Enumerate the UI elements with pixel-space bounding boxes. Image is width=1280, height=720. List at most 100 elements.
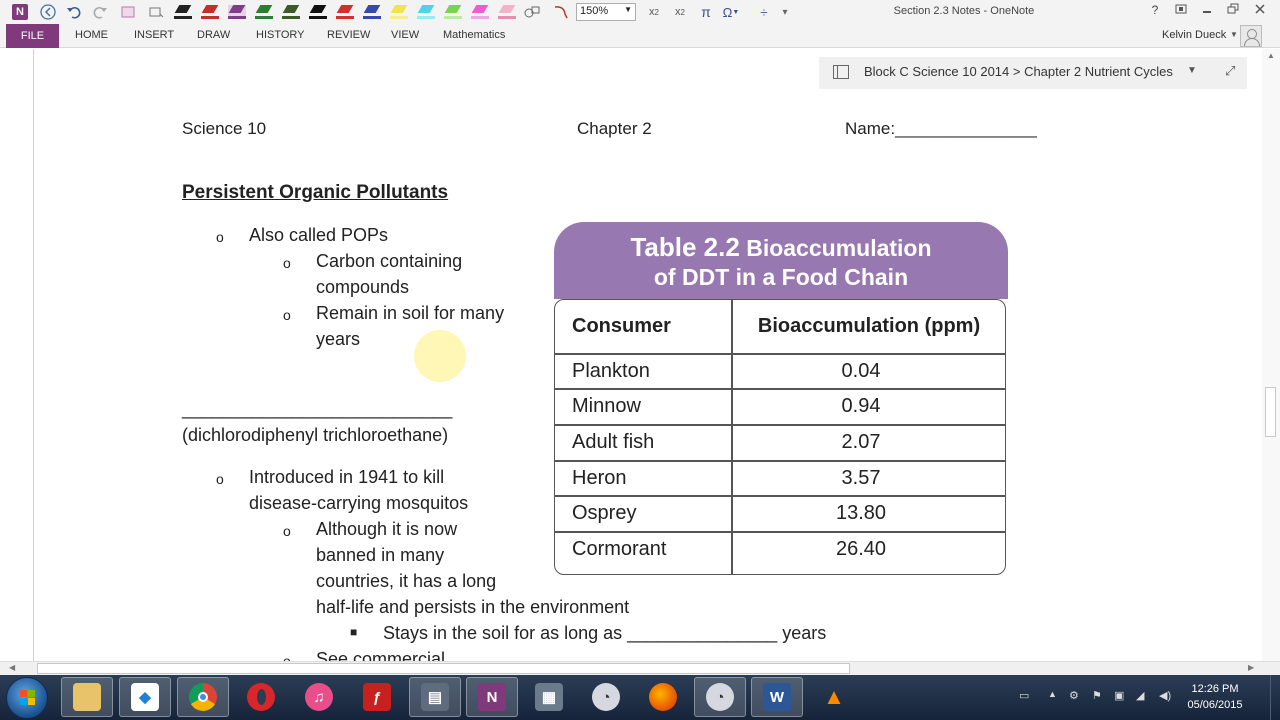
blank-line: ___________________________ bbox=[182, 399, 453, 419]
clock-app-icon[interactable]: ◔ bbox=[580, 677, 632, 717]
clock-app-2-icon[interactable]: ◔ bbox=[694, 677, 746, 717]
taskbar: ◆ ♫ ƒ ▤ N ▦ ◔ ◔ W ▲ ▭ ▲ ⚙ ⚑ ▣ ◢ ◀) 12:26… bbox=[0, 675, 1280, 720]
clock-time[interactable]: 12:26 PM bbox=[1187, 683, 1243, 695]
opera-icon[interactable] bbox=[235, 677, 287, 717]
onenote-icon[interactable]: N bbox=[466, 677, 518, 717]
show-desktop-button[interactable] bbox=[1270, 675, 1280, 720]
header-course: Science 10 bbox=[182, 119, 267, 138]
settings-gear-icon[interactable]: ⚙ bbox=[1069, 689, 1079, 702]
header-name: Name:_______________ bbox=[845, 119, 1037, 138]
column-header: Bioaccumulation (ppm) bbox=[757, 315, 981, 337]
horizontal-scrollbar[interactable]: ◀ ▶ bbox=[0, 661, 1280, 675]
list-item: Carbon containing bbox=[316, 251, 463, 271]
tab-view[interactable]: VIEW bbox=[391, 29, 419, 41]
list-item: half-life and persists in the environmen… bbox=[316, 597, 630, 617]
list-item: See commercial bbox=[316, 649, 446, 661]
pointer-highlight bbox=[414, 330, 466, 382]
data-table: Consumer Bioaccumulation (ppm) Plankton … bbox=[554, 299, 1006, 575]
scroll-thumb[interactable] bbox=[37, 663, 850, 674]
table-cell: Plankton bbox=[572, 360, 650, 382]
start-button[interactable] bbox=[6, 677, 48, 719]
device-icon[interactable]: ▣ bbox=[1114, 689, 1124, 702]
page-left-edge bbox=[33, 49, 34, 661]
word-icon[interactable]: W bbox=[751, 677, 803, 717]
scroll-left-icon[interactable]: ◀ bbox=[9, 663, 15, 672]
flash-icon[interactable]: ƒ bbox=[351, 677, 403, 717]
bullet-icon: o bbox=[283, 653, 291, 661]
vertical-scrollbar[interactable]: ▲ bbox=[1262, 49, 1280, 661]
table-cell: Heron bbox=[572, 467, 627, 489]
volume-icon[interactable]: ◀) bbox=[1159, 689, 1171, 702]
clock-date[interactable]: 05/06/2015 bbox=[1187, 699, 1243, 711]
window-title: Section 2.3 Notes - OneNote bbox=[893, 5, 1035, 17]
table-number: Table 2.2 bbox=[630, 232, 740, 262]
calculator-icon[interactable]: ▦ bbox=[523, 677, 575, 717]
list-item: disease-carrying mosquitos bbox=[249, 493, 469, 513]
table-cell: 26.40 bbox=[835, 538, 887, 560]
file-explorer-icon[interactable] bbox=[61, 677, 113, 717]
tab-draw[interactable]: DRAW bbox=[197, 29, 230, 41]
table-cell: 0.04 bbox=[841, 360, 881, 382]
itunes-icon[interactable]: ♫ bbox=[293, 677, 345, 717]
minimize-icon[interactable] bbox=[1197, 3, 1217, 18]
table-cell: Osprey bbox=[572, 502, 637, 524]
table-cell: 0.94 bbox=[841, 395, 881, 417]
show-hidden-icons[interactable]: ▲ bbox=[1048, 689, 1057, 699]
table-title-banner: Table 2.2 Bioaccumulation of DDT in a Fo… bbox=[554, 222, 1008, 299]
scroll-right-icon[interactable]: ▶ bbox=[1248, 663, 1254, 672]
user-name[interactable]: Kelvin Dueck bbox=[1162, 29, 1226, 41]
restore-icon[interactable] bbox=[1223, 3, 1243, 18]
tab-mathematics[interactable]: Mathematics bbox=[443, 29, 505, 41]
list-item: Stays in the soil for as long as _______… bbox=[383, 623, 827, 643]
windows-logo-icon bbox=[20, 690, 36, 706]
table-divider bbox=[555, 495, 1005, 497]
table-cell: 13.80 bbox=[835, 502, 887, 524]
chevron-down-icon[interactable]: ▼ bbox=[1187, 65, 1197, 76]
vlc-icon[interactable]: ▲ bbox=[808, 677, 860, 717]
tab-review[interactable]: REVIEW bbox=[327, 29, 370, 41]
table-divider bbox=[555, 531, 1005, 533]
breadcrumb[interactable]: Block C Science 10 2014 > Chapter 2 Nutr… bbox=[864, 64, 1173, 79]
tab-history[interactable]: HISTORY bbox=[256, 29, 305, 41]
notebook-breadcrumb-bar[interactable]: Block C Science 10 2014 > Chapter 2 Nutr… bbox=[819, 57, 1247, 89]
list-item: years bbox=[316, 329, 361, 349]
column-header: Consumer bbox=[572, 315, 671, 337]
chevron-down-icon[interactable]: ▼ bbox=[1230, 30, 1238, 39]
chrome-icon[interactable] bbox=[177, 677, 229, 717]
bullet-icon: o bbox=[283, 523, 291, 539]
bullet-icon: o bbox=[216, 471, 224, 487]
notebook-icon bbox=[833, 65, 849, 79]
list-item: (dichlorodiphenyl trichloroethane) bbox=[182, 425, 449, 445]
table-divider bbox=[555, 424, 1005, 426]
tab-home[interactable]: HOME bbox=[75, 29, 108, 41]
table-divider bbox=[555, 388, 1005, 390]
firefox-icon[interactable] bbox=[637, 677, 689, 717]
table-title-text: Bioaccumulation bbox=[746, 235, 932, 261]
list-item: Remain in soil for many bbox=[316, 303, 505, 323]
network-printer-icon[interactable]: ▤ bbox=[409, 677, 461, 717]
action-center-flag-icon[interactable]: ⚑ bbox=[1092, 689, 1102, 702]
tab-insert[interactable]: INSERT bbox=[134, 29, 174, 41]
page-canvas[interactable]: Block C Science 10 2014 > Chapter 2 Nutr… bbox=[0, 49, 1280, 661]
full-screen-icon[interactable] bbox=[1171, 3, 1191, 18]
keyboard-icon[interactable]: ▭ bbox=[1019, 689, 1029, 702]
avatar[interactable] bbox=[1240, 25, 1262, 47]
table-title-line-2: of DDT in a Food Chain bbox=[653, 264, 909, 290]
scroll-up-icon[interactable]: ▲ bbox=[1267, 51, 1275, 60]
list-item: Also called POPs bbox=[249, 225, 389, 245]
table-divider bbox=[555, 460, 1005, 462]
network-signal-icon[interactable]: ◢ bbox=[1136, 689, 1144, 702]
dropbox-icon[interactable]: ◆ bbox=[119, 677, 171, 717]
help-button[interactable]: ? bbox=[1145, 3, 1165, 17]
table-divider bbox=[555, 353, 1005, 355]
table-cell: Cormorant bbox=[572, 538, 667, 560]
table-cell: 3.57 bbox=[841, 467, 881, 489]
scroll-thumb[interactable] bbox=[1265, 387, 1276, 437]
tab-file[interactable]: FILE bbox=[6, 24, 59, 48]
table-cell: Adult fish bbox=[572, 431, 655, 453]
expand-icon[interactable]: ⤢ bbox=[1225, 63, 1235, 79]
close-icon[interactable] bbox=[1250, 3, 1270, 18]
bullet-icon: o bbox=[283, 255, 291, 271]
header-chapter: Chapter 2 bbox=[577, 119, 652, 138]
table-cell: 2.07 bbox=[841, 431, 881, 453]
